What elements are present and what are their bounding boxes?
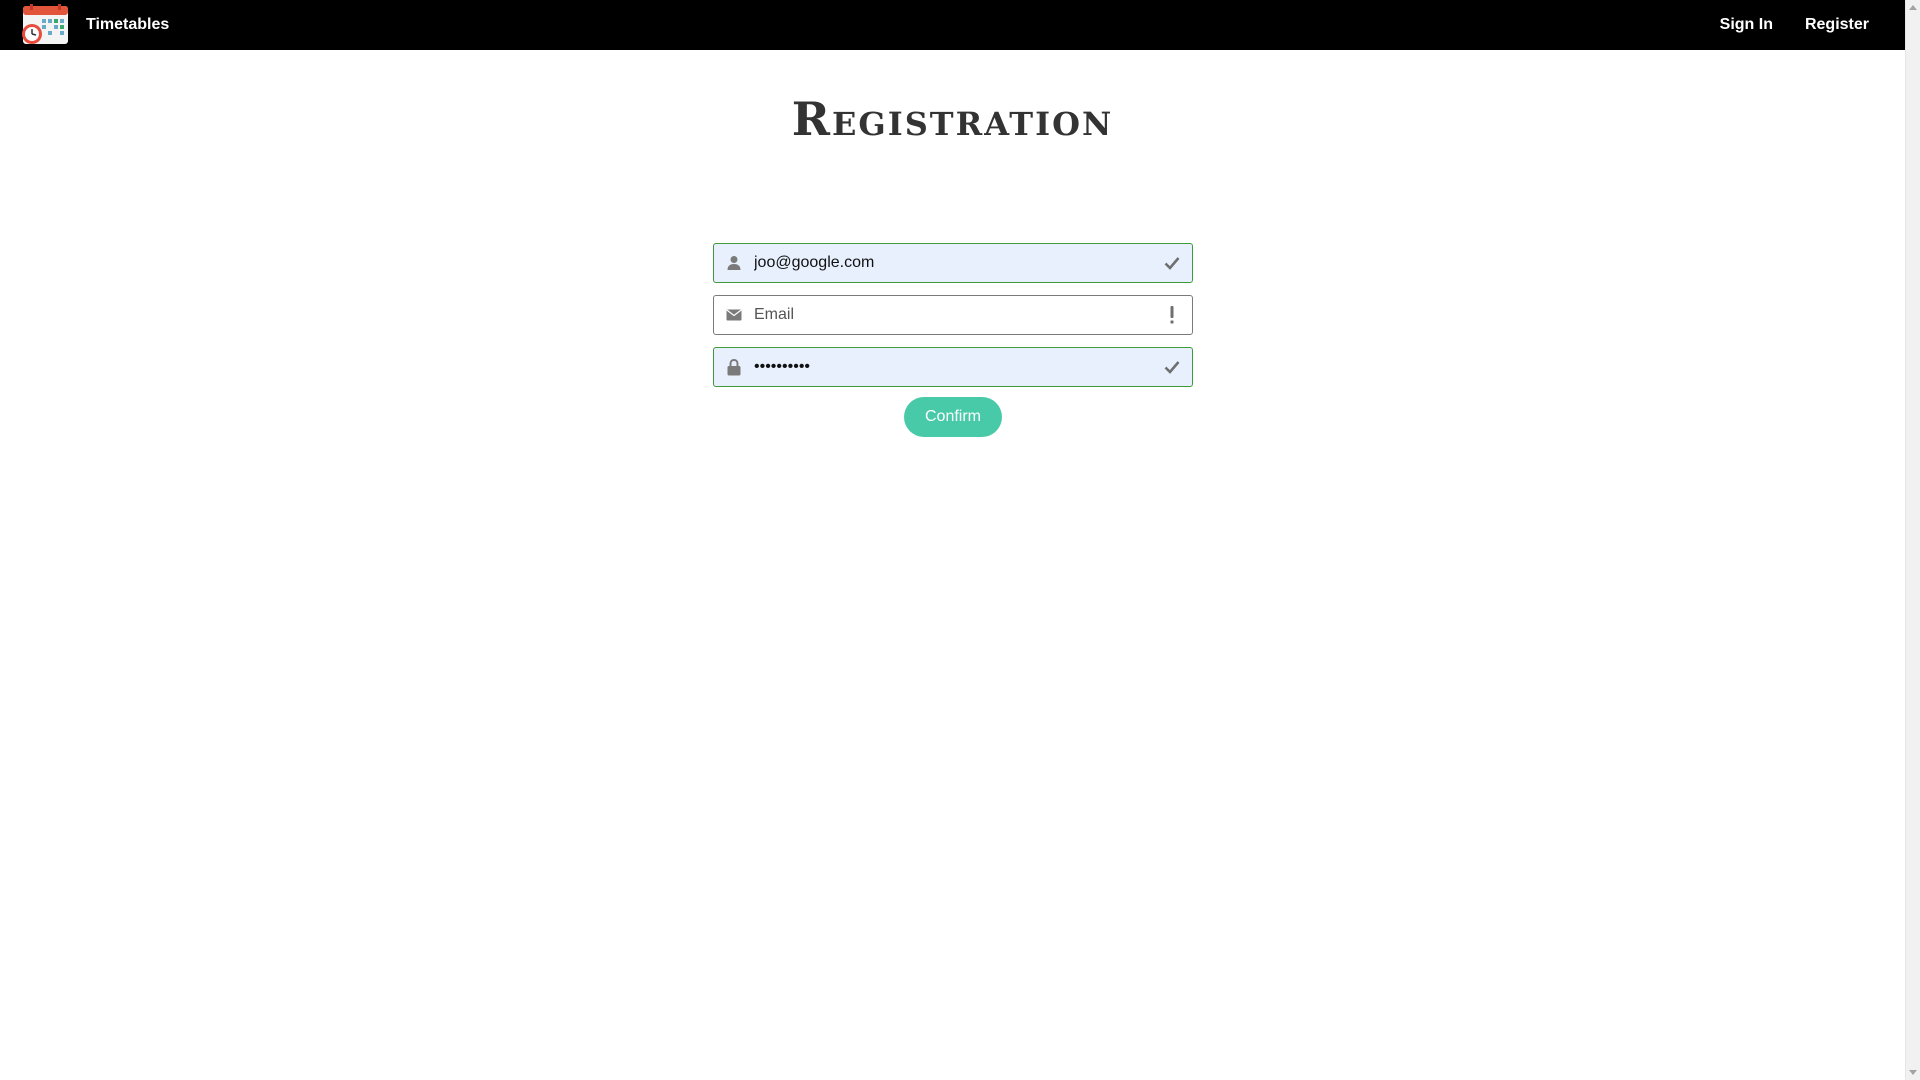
register-link[interactable]: Register — [1805, 16, 1869, 34]
vertical-scrollbar[interactable] — [1905, 0, 1920, 1080]
brand-link[interactable]: Timetables — [20, 4, 169, 46]
confirm-wrap: Confirm — [713, 397, 1193, 437]
username-input[interactable] — [754, 245, 1152, 281]
password-input[interactable] — [754, 349, 1152, 385]
lock-icon — [714, 358, 754, 376]
scroll-down-arrow-icon[interactable] — [1909, 1070, 1917, 1075]
username-field — [713, 243, 1193, 283]
registration-form: Confirm — [713, 243, 1193, 437]
confirm-button[interactable]: Confirm — [904, 397, 1002, 437]
password-field — [713, 347, 1193, 387]
navbar: Timetables Sign In Register — [0, 0, 1905, 50]
page-title: Registration — [791, 92, 1114, 146]
calendar-clock-icon — [20, 4, 70, 46]
check-icon — [1152, 256, 1192, 270]
exclamation-icon — [1152, 306, 1192, 324]
page: Timetables Sign In Register Registration — [0, 0, 1920, 1080]
brand-name: Timetables — [86, 16, 170, 33]
user-icon — [714, 255, 754, 271]
email-field — [713, 295, 1193, 335]
check-icon — [1152, 360, 1192, 374]
email-input[interactable] — [754, 297, 1152, 333]
scroll-up-arrow-icon[interactable] — [1909, 5, 1917, 10]
nav-links: Sign In Register — [1688, 16, 1869, 34]
sign-in-link[interactable]: Sign In — [1720, 16, 1773, 34]
envelope-icon — [714, 309, 754, 321]
